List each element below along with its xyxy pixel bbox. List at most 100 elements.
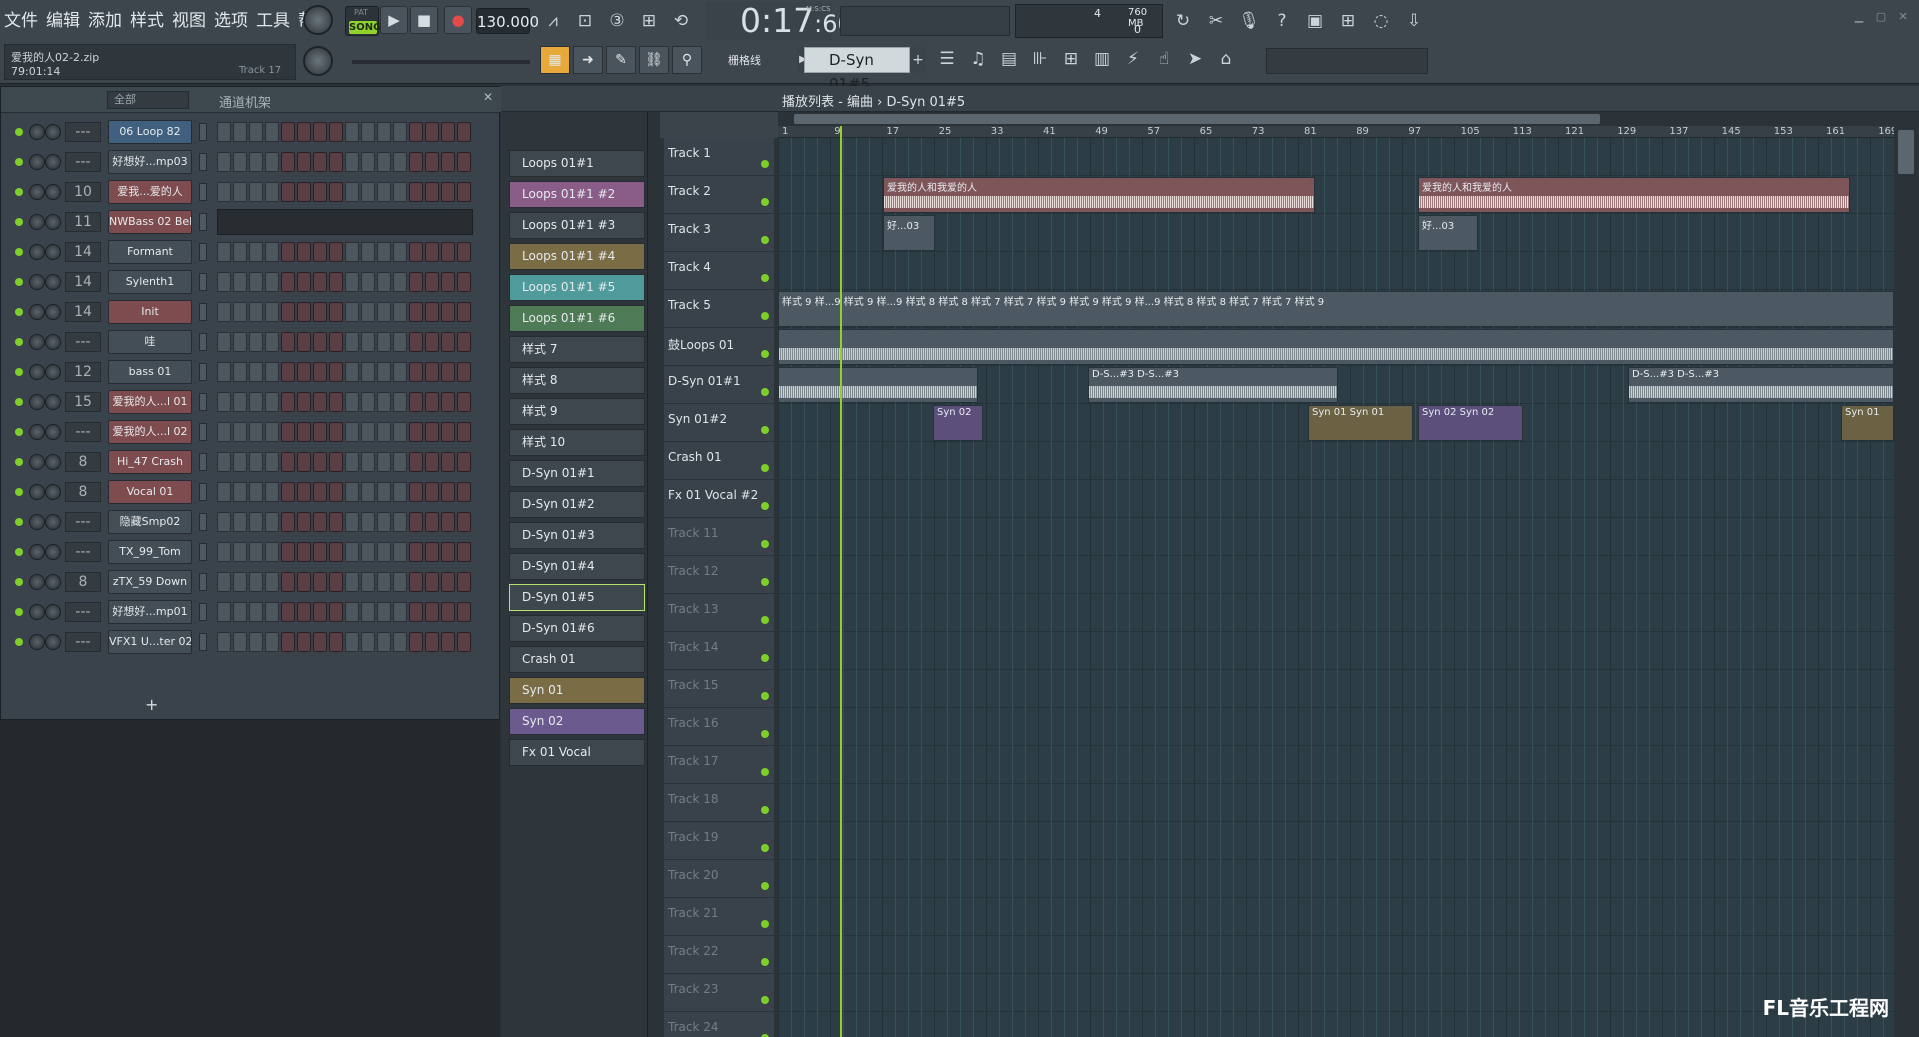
step[interactable] <box>361 392 375 412</box>
step[interactable] <box>377 632 391 652</box>
volume-knob[interactable] <box>45 304 61 320</box>
step[interactable] <box>409 182 423 202</box>
step[interactable] <box>361 122 375 142</box>
playlist-clip[interactable]: 好...03 <box>883 215 935 251</box>
step[interactable] <box>425 152 439 172</box>
arrangement-grid[interactable]: 爱我的人和我爱的人 爱我的人和我爱的人 好...03 好...03 样式 9 样...9… <box>778 138 1894 1037</box>
pattern-item[interactable]: Loops 01#1 #3 <box>509 212 645 239</box>
step[interactable] <box>345 542 359 562</box>
step[interactable] <box>409 392 423 412</box>
step[interactable] <box>377 512 391 532</box>
step[interactable] <box>249 572 263 592</box>
step[interactable] <box>329 542 343 562</box>
menu-patterns[interactable]: 样式 <box>126 4 168 38</box>
step[interactable] <box>361 302 375 322</box>
channel-select[interactable] <box>199 213 207 231</box>
step[interactable] <box>345 392 359 412</box>
step[interactable] <box>377 302 391 322</box>
brush-tool-icon[interactable]: ✎ <box>606 46 636 74</box>
step[interactable] <box>377 542 391 562</box>
volume-knob[interactable] <box>45 394 61 410</box>
channel-select[interactable] <box>199 363 207 381</box>
track-led[interactable] <box>761 160 769 168</box>
track-led[interactable] <box>761 312 769 320</box>
step[interactable] <box>409 542 423 562</box>
track-led[interactable] <box>761 578 769 586</box>
step[interactable] <box>425 512 439 532</box>
step[interactable] <box>377 332 391 352</box>
channel-name[interactable]: 哇 <box>108 330 192 354</box>
step[interactable] <box>265 272 279 292</box>
track-header[interactable]: 鼓Loops 01 <box>664 328 774 366</box>
step[interactable] <box>425 242 439 262</box>
track-header[interactable]: Track 17 <box>664 746 774 784</box>
volume-knob[interactable] <box>45 544 61 560</box>
menu-options[interactable]: 选项 <box>210 4 252 38</box>
mixer-route[interactable]: 15 <box>65 392 101 412</box>
step[interactable] <box>249 242 263 262</box>
mixer-route[interactable]: --- <box>65 602 101 622</box>
step[interactable] <box>313 482 327 502</box>
track-led[interactable] <box>761 388 769 396</box>
pattern-item[interactable]: Syn 02 <box>509 708 645 735</box>
step[interactable] <box>441 482 455 502</box>
step[interactable] <box>217 152 231 172</box>
step[interactable] <box>345 482 359 502</box>
channel-name[interactable]: TX_99_Tom <box>108 540 192 564</box>
step[interactable] <box>361 362 375 382</box>
pattern-item[interactable]: 样式 9 <box>509 398 645 425</box>
step[interactable] <box>361 572 375 592</box>
pattern-item[interactable]: Loops 01#1 <box>509 150 645 177</box>
track-led[interactable] <box>761 882 769 890</box>
track-led[interactable] <box>761 616 769 624</box>
step[interactable] <box>425 422 439 442</box>
step[interactable] <box>217 572 231 592</box>
step[interactable] <box>393 602 407 622</box>
step[interactable] <box>329 452 343 472</box>
volume-knob[interactable] <box>45 214 61 230</box>
playlist-clip[interactable]: Syn 01 <box>1841 405 1894 441</box>
step[interactable] <box>249 602 263 622</box>
step[interactable] <box>249 392 263 412</box>
menu-file[interactable]: 文件 <box>0 4 42 38</box>
arrow-tool-icon[interactable]: ➜ <box>573 46 603 74</box>
step[interactable] <box>457 542 471 562</box>
step[interactable] <box>249 542 263 562</box>
step[interactable] <box>409 602 423 622</box>
volume-knob[interactable] <box>45 514 61 530</box>
channel-select[interactable] <box>199 633 207 651</box>
snap-selector[interactable]: 栅格线 <box>728 52 761 68</box>
track-header[interactable]: D-Syn 01#1 <box>664 366 774 404</box>
step[interactable] <box>281 512 295 532</box>
track-led[interactable] <box>761 730 769 738</box>
step[interactable] <box>313 122 327 142</box>
track-led[interactable] <box>761 768 769 776</box>
step[interactable] <box>329 572 343 592</box>
step[interactable] <box>457 512 471 532</box>
song-mode-button[interactable]: PAT SONG <box>345 6 381 36</box>
horizontal-scrollbar[interactable] <box>780 112 1894 126</box>
step[interactable] <box>217 332 231 352</box>
step[interactable] <box>217 302 231 322</box>
step[interactable] <box>217 632 231 652</box>
track-header[interactable]: Track 16 <box>664 708 774 746</box>
step[interactable] <box>233 632 247 652</box>
step[interactable] <box>409 362 423 382</box>
step[interactable] <box>281 242 295 262</box>
download-icon[interactable]: ⇩ <box>1401 8 1427 34</box>
step[interactable] <box>313 302 327 322</box>
mixer-route[interactable]: 10 <box>65 182 101 202</box>
step[interactable] <box>441 542 455 562</box>
track-led[interactable] <box>761 996 769 1004</box>
step[interactable] <box>249 122 263 142</box>
playlist-clip[interactable]: D-S...#3 D-S...#3 <box>1628 367 1894 403</box>
step[interactable] <box>457 482 471 502</box>
pan-knob[interactable] <box>29 304 45 320</box>
pattern-selector[interactable]: D-Syn 01#5 <box>804 47 910 93</box>
channel-select[interactable] <box>199 453 207 471</box>
channel-select[interactable] <box>199 183 207 201</box>
record-button[interactable]: ● <box>444 6 472 34</box>
step[interactable] <box>409 452 423 472</box>
pattern-item[interactable]: Loops 01#1 #2 <box>509 181 645 208</box>
step[interactable] <box>249 272 263 292</box>
